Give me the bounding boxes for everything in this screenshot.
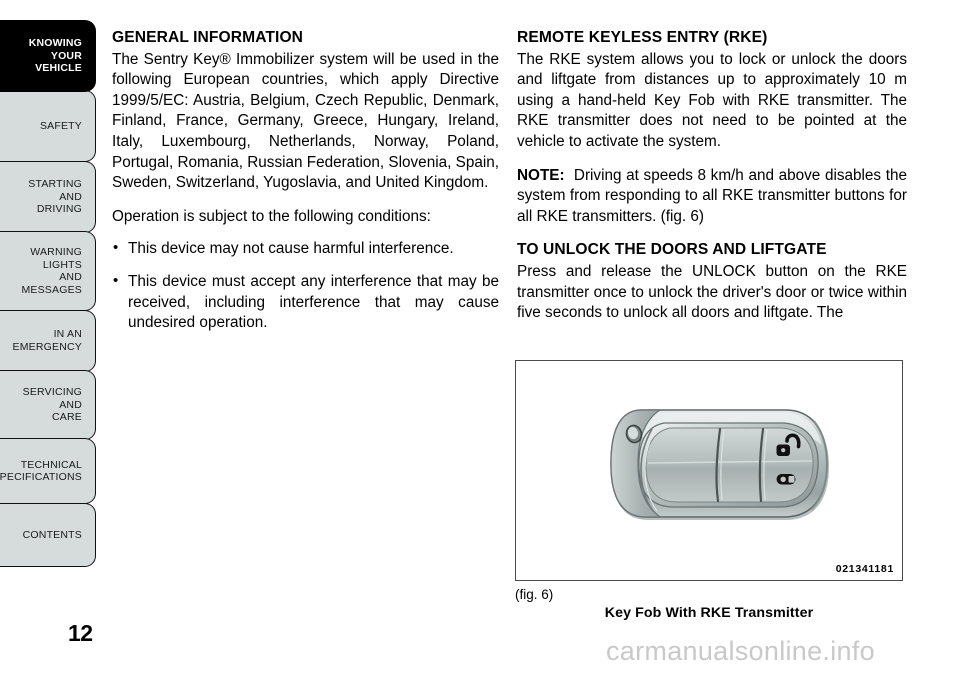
lock-icon <box>776 474 796 485</box>
unlock-instructions-paragraph: Press and release the UNLOCK button on t… <box>517 262 907 322</box>
left-text-column: GENERAL INFORMATION The Sentry Key® Immo… <box>112 28 499 334</box>
list-item: This device may not cause harmful interf… <box>112 238 499 260</box>
general-information-paragraph: The Sentry Key® Immobilizer system will … <box>112 50 499 192</box>
operation-conditions-paragraph: Operation is subject to the following co… <box>112 207 431 225</box>
sidebar-item-warning-lights-and-messages[interactable]: WARNING LIGHTS AND MESSAGES <box>0 231 96 312</box>
sidebar-item-label: AND <box>59 398 82 411</box>
rke-description-paragraph: The RKE system allows you to lock or unl… <box>517 50 907 150</box>
rke-note-paragraph: NOTE: Driving at speeds 8 km/h and above… <box>517 166 907 228</box>
sidebar-item-label: SERVICING <box>22 386 82 399</box>
sidebar-item-label: KNOWING <box>28 37 82 50</box>
note-text: Driving at speeds 8 km/h and above disab… <box>517 166 907 225</box>
sidebar-item-label: EMERGENCY <box>12 340 82 353</box>
sidebar-item-in-an-emergency[interactable]: IN AN EMERGENCY <box>0 309 96 372</box>
operation-conditions-list: This device may not cause harmful interf… <box>112 238 499 334</box>
remote-keyless-entry-heading: REMOTE KEYLESS ENTRY (RKE) <box>517 29 768 46</box>
sidebar-item-label: SAFETY <box>39 120 82 133</box>
right-text-column: REMOTE KEYLESS ENTRY (RKE) The RKE syste… <box>517 28 907 324</box>
sidebar-item-servicing-and-care[interactable]: SERVICING AND CARE <box>0 370 96 441</box>
sidebar-item-label: MESSAGES <box>21 283 82 296</box>
sidebar-item-label: LIGHTS <box>42 258 82 271</box>
sidebar-item-label: TECHNICAL <box>20 459 82 472</box>
figure-label: (fig. 6) <box>515 587 554 602</box>
sidebar-item-label: VEHICLE <box>35 62 82 75</box>
note-label: NOTE: <box>517 166 565 184</box>
sidebar-item-label: STARTING <box>28 178 82 191</box>
page-number: 12 <box>68 620 93 646</box>
figure-caption: Key Fob With RKE Transmitter <box>604 605 814 621</box>
sidebar-item-technical-specifications[interactable]: TECHNICAL SPECIFICATIONS <box>0 438 96 505</box>
site-watermark: carmanualsonline.info <box>606 636 875 666</box>
general-information-heading: GENERAL INFORMATION <box>112 29 304 46</box>
sidebar-item-label: IN AN <box>53 328 82 341</box>
figure-image-code: 021341181 <box>835 563 894 575</box>
sidebar-item-label: YOUR <box>50 49 82 62</box>
sidebar-item-safety[interactable]: SAFETY <box>0 90 96 163</box>
sidebar-item-label: AND <box>59 190 82 203</box>
sidebar-item-knowing-your-vehicle[interactable]: KNOWING YOUR VEHICLE <box>0 20 96 92</box>
sidebar-item-label: AND <box>59 271 82 284</box>
sidebar-item-label: WARNING <box>30 246 82 259</box>
list-item: This device must accept any interference… <box>112 271 499 334</box>
sidebar-item-label: CONTENTS <box>22 528 82 541</box>
sidebar-item-label: CARE <box>52 411 82 424</box>
sidebar-item-label: SPECIFICATIONS <box>0 471 82 484</box>
sidebar-item-contents[interactable]: CONTENTS <box>0 502 96 567</box>
key-fob-icon <box>610 409 829 520</box>
sidebar-item-starting-and-driving[interactable]: STARTING AND DRIVING <box>0 160 96 233</box>
sidebar-item-label: DRIVING <box>36 203 82 216</box>
key-fob-illustration <box>608 407 833 525</box>
unlock-doors-liftgate-heading: TO UNLOCK THE DOORS AND LIFTGATE <box>517 241 827 259</box>
figure-6-image-box: 021341181 <box>515 360 903 581</box>
section-tabs-sidebar: KNOWING YOUR VEHICLE SAFETY STARTING AND… <box>0 20 96 567</box>
